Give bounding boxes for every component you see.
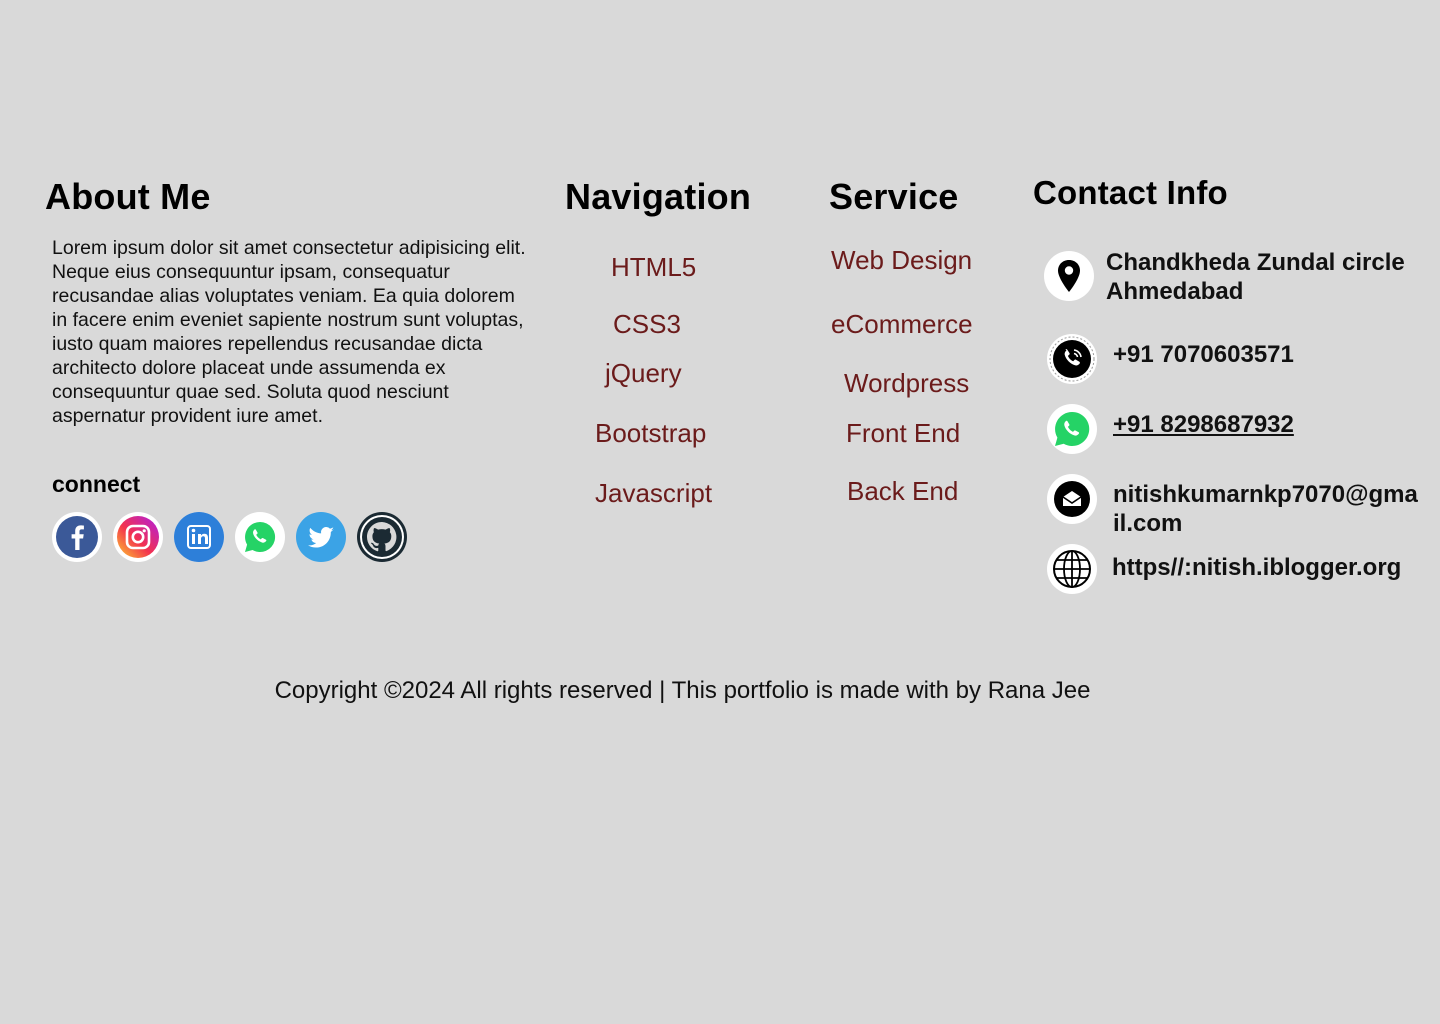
whatsapp-link[interactable] [235,512,285,562]
facebook-icon [56,516,98,558]
contact-whatsapp-link[interactable]: +91 8298687932 [1113,410,1294,439]
contact-website-link[interactable]: https//:nitish.iblogger.org [1112,553,1401,582]
copyright-text: Copyright ©2024 All rights reserved | Th… [274,677,1091,704]
instagram-icon [117,516,159,558]
contact-address: Chandkheda Zundal circle Ahmedabad [1106,249,1405,305]
service-heading: Service [829,176,959,217]
about-text: Lorem ipsum dolor sit amet consectetur a… [52,237,526,427]
contact-email: nitishkumarnkp7070@gmail.com [1113,481,1418,537]
nav-link-bootstrap[interactable]: Bootstrap [595,418,706,449]
connect-label: connect [52,471,141,497]
globe-icon [1047,544,1097,594]
contact-phone: +91 7070603571 [1113,341,1294,368]
nav-link-html5[interactable]: HTML5 [611,252,696,283]
service-link-web-design[interactable]: Web Design [831,245,972,276]
about-heading: About Me [45,176,211,217]
social-links [52,512,407,562]
twitter-link[interactable] [296,512,346,562]
nav-link-jquery[interactable]: jQuery [605,358,682,389]
service-link-ecommerce[interactable]: eCommerce [831,309,973,340]
github-icon [360,515,404,559]
linkedin-icon [174,512,224,562]
email-icon [1047,474,1097,524]
location-pin-icon [1044,251,1094,301]
github-link[interactable] [357,512,407,562]
service-link-wordpress[interactable]: Wordpress [844,368,969,399]
twitter-icon [308,527,334,548]
facebook-link[interactable] [52,512,102,562]
service-link-front-end[interactable]: Front End [846,418,960,449]
nav-link-javascript[interactable]: Javascript [595,478,712,509]
navigation-heading: Navigation [565,176,752,217]
whatsapp-contact-icon [1047,404,1097,454]
linkedin-link[interactable] [174,512,224,562]
service-link-back-end[interactable]: Back End [847,476,958,507]
instagram-link[interactable] [113,512,163,562]
phone-icon [1047,334,1097,384]
contact-heading: Contact Info [1033,174,1228,211]
whatsapp-icon [239,516,281,558]
nav-link-css3[interactable]: CSS3 [613,309,681,340]
